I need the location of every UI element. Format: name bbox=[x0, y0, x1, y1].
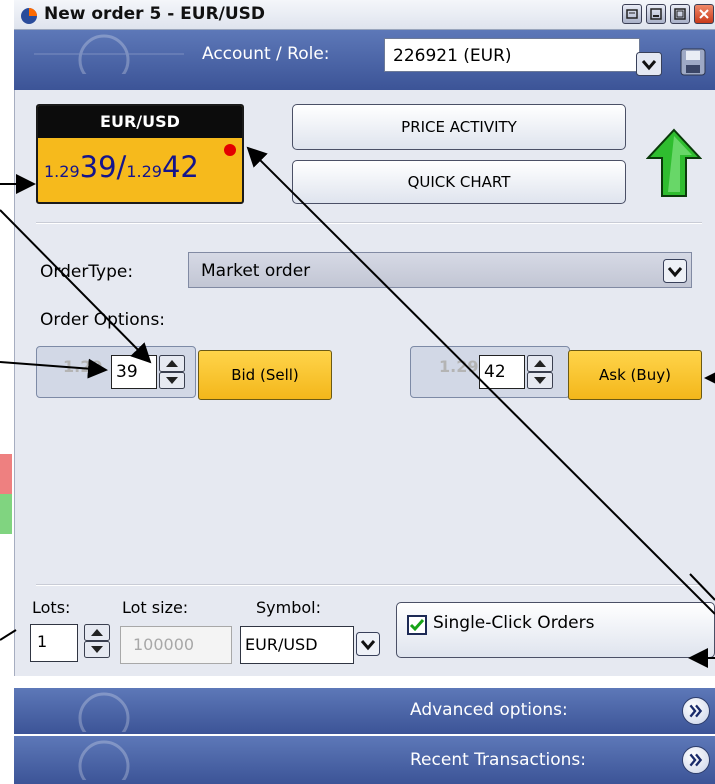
ask-pips-input[interactable]: 42 bbox=[479, 355, 525, 389]
bid-price-big: 39 bbox=[79, 150, 117, 184]
recent-transactions-bar[interactable]: Recent Transactions: bbox=[14, 736, 715, 784]
chevron-down-icon[interactable] bbox=[356, 632, 380, 656]
app-logo-icon bbox=[21, 8, 37, 24]
account-select[interactable]: 226921 (EUR) bbox=[384, 38, 640, 72]
bid-prefix: 1.29 bbox=[63, 357, 103, 376]
bid-stepper-icon[interactable] bbox=[159, 355, 185, 389]
watermark-globe-icon bbox=[34, 34, 184, 74]
expand-chevrons-icon[interactable] bbox=[682, 746, 710, 774]
account-bar: Account / Role: 226921 (EUR) bbox=[14, 30, 715, 90]
chevron-down-icon[interactable] bbox=[663, 259, 687, 283]
lots-input[interactable]: 1 bbox=[30, 624, 78, 662]
up-arrow-icon bbox=[646, 128, 702, 197]
bid-sell-button[interactable]: Bid (Sell) bbox=[198, 350, 332, 400]
window-title: New order 5 - EUR/USD bbox=[44, 4, 266, 24]
watermark-globe-icon bbox=[78, 692, 130, 732]
account-value: 226921 (EUR) bbox=[393, 46, 512, 66]
lots-stepper-icon[interactable] bbox=[84, 624, 110, 658]
bid-price-small: 1.29 bbox=[44, 162, 80, 181]
lot-size-label: Lot size: bbox=[122, 598, 189, 617]
divider bbox=[36, 584, 702, 586]
advanced-options-bar[interactable]: Advanced options: bbox=[14, 688, 715, 734]
watermark-globe-icon bbox=[78, 740, 130, 780]
quote-tile[interactable]: EUR/USD 1.2939/1.2942 bbox=[36, 104, 244, 204]
bid-price-box: 1.29 39 bbox=[36, 346, 196, 398]
quick-chart-button[interactable]: QUICK CHART bbox=[292, 160, 626, 204]
bid-pips-input[interactable]: 39 bbox=[111, 355, 157, 389]
single-click-orders-toggle[interactable]: Single-Click Orders bbox=[396, 602, 715, 658]
expand-chevrons-icon[interactable] bbox=[682, 697, 710, 725]
edge-strip bbox=[0, 454, 12, 534]
ask-prefix: 1.29 bbox=[439, 357, 479, 376]
order-options-label: Order Options: bbox=[40, 310, 166, 330]
quote-symbol: EUR/USD bbox=[38, 106, 242, 138]
restore-icon[interactable] bbox=[622, 4, 642, 24]
price-activity-button[interactable]: PRICE ACTIVITY bbox=[292, 104, 626, 150]
minimize-icon[interactable] bbox=[646, 4, 666, 24]
close-icon[interactable] bbox=[694, 4, 714, 24]
chevron-down-icon[interactable] bbox=[636, 52, 662, 76]
lots-label: Lots: bbox=[32, 598, 71, 617]
window-title-bar: New order 5 - EUR/USD bbox=[14, 0, 715, 30]
symbol-select[interactable]: EUR/USD bbox=[240, 626, 354, 664]
ask-price-small: 1.29 bbox=[126, 162, 162, 181]
ask-buy-button[interactable]: Ask (Buy) bbox=[568, 350, 702, 400]
single-click-orders-label: Single-Click Orders bbox=[433, 613, 595, 633]
status-dot-icon bbox=[224, 144, 236, 156]
ask-price-box: 1.29 42 bbox=[410, 346, 570, 398]
order-type-label: OrderType: bbox=[40, 262, 134, 282]
price-separator: / bbox=[116, 150, 127, 184]
save-icon[interactable] bbox=[680, 48, 706, 76]
ask-stepper-icon[interactable] bbox=[527, 355, 553, 389]
order-type-select[interactable]: Market order bbox=[188, 252, 692, 288]
lot-size-input: 100000 bbox=[120, 626, 232, 664]
maximize-icon[interactable] bbox=[670, 4, 690, 24]
recent-transactions-label: Recent Transactions: bbox=[410, 750, 586, 770]
ask-price-big: 42 bbox=[161, 150, 199, 184]
advanced-options-label: Advanced options: bbox=[410, 700, 568, 720]
checkbox-checked-icon[interactable] bbox=[407, 615, 427, 635]
account-role-label: Account / Role: bbox=[202, 44, 330, 64]
divider bbox=[36, 222, 702, 224]
symbol-label: Symbol: bbox=[256, 598, 321, 617]
quote-price: 1.2939/1.2942 bbox=[44, 150, 199, 184]
order-type-value: Market order bbox=[201, 261, 311, 281]
